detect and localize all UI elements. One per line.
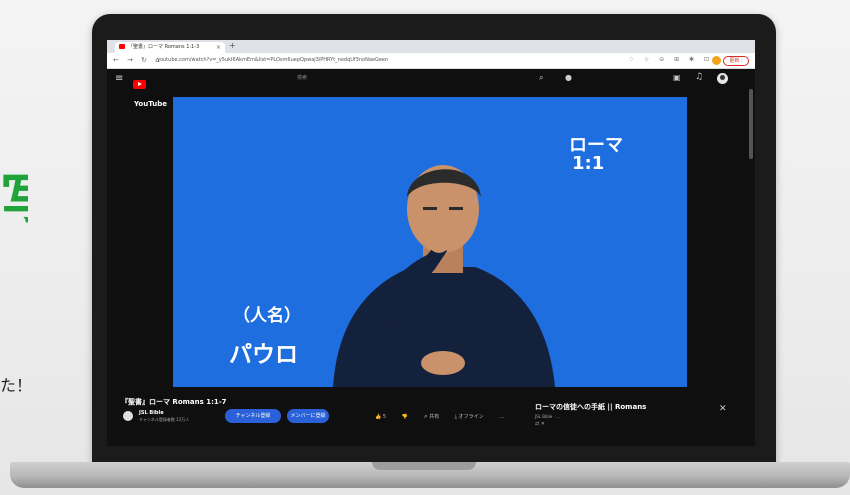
video-actions: 👍 5 👎 ⇗ 共有 ⤓ オフライン … [375, 413, 518, 420]
close-icon[interactable]: ✕ [719, 404, 727, 414]
laptop-screen: 『聖書』ローマ Romans 1:1-3 × + ← → ↻ ⌂ youtube… [107, 40, 755, 446]
profile-icon[interactable] [712, 56, 721, 65]
channel-name[interactable]: JSL Bible [139, 410, 164, 416]
side-caption-fragment: た！ [0, 376, 33, 395]
sign-language-interpreter-figure [333, 165, 555, 387]
search-input[interactable]: 検索 [297, 74, 307, 81]
download-button[interactable]: ⤓ オフライン [455, 414, 484, 420]
user-avatar[interactable] [717, 73, 728, 84]
video-player[interactable]: ローマ 1:1 （人名） パウロ [173, 97, 687, 387]
related-meta-icons[interactable]: ⇄ ✕ [535, 421, 545, 427]
caption-word: パウロ [229, 342, 298, 368]
youtube-favicon-icon [119, 44, 125, 49]
join-button[interactable]: メンバーに登録 [287, 409, 329, 423]
search-icon[interactable]: ⌕ [539, 73, 543, 83]
update-button[interactable]: 更新 : [723, 56, 749, 66]
address-bar: ← → ↻ ⌂ youtube.com/watch?v=_y5ukI6AkmEm… [107, 53, 755, 69]
related-video-title[interactable]: ローマの信徒への手紙 || Romans [535, 402, 646, 412]
notifications-bell-icon[interactable]: ♫ [695, 72, 703, 82]
browser-tabbar: 『聖書』ローマ Romans 1:1-3 × + [107, 40, 755, 53]
caption-category: （人名） [233, 306, 301, 326]
youtube-wordmark: YouTube [134, 99, 167, 108]
youtube-play-icon [133, 80, 146, 89]
url-field[interactable]: youtube.com/watch?v=_y5ukI6AkmEm&list=PL… [157, 56, 517, 65]
caption-verse: 1:1 [572, 153, 605, 174]
new-tab-icon[interactable]: + [229, 41, 236, 50]
create-video-icon[interactable]: ▣ [673, 73, 681, 82]
share-button[interactable]: ⇗ 共有 [423, 414, 439, 420]
dislike-button[interactable]: 👎 [402, 414, 408, 420]
side-heading-fragment: 写 [0, 170, 28, 230]
more-actions-button[interactable]: … [499, 414, 504, 420]
hamburger-menu-icon[interactable]: ≡ [115, 74, 123, 84]
channel-avatar[interactable] [123, 411, 133, 421]
like-button[interactable]: 👍 5 [375, 414, 386, 420]
laptop-notch [372, 462, 476, 470]
video-title: 『聖書』ローマ Romans 1:1-7 [121, 398, 227, 406]
extension-icons[interactable]: ♢ ☆ ⊖ ⊞ ✱ ⊡ [629, 56, 713, 63]
microphone-icon[interactable]: ● [565, 73, 572, 82]
tab-close-icon[interactable]: × [216, 42, 221, 53]
page-scrollbar[interactable] [749, 89, 753, 159]
tab-title: 『聖書』ローマ Romans 1:1-3 [128, 44, 200, 50]
youtube-logo[interactable]: YouTube [133, 74, 173, 108]
channel-subscriber-count: チャンネル登録者数 12万人 [139, 417, 190, 422]
browser-tab[interactable]: 『聖書』ローマ Romans 1:1-3 × [115, 42, 225, 53]
nav-buttons-icon[interactable]: ← → ↻ ⌂ [113, 56, 163, 64]
related-channel: JSL Bible · ... [535, 414, 560, 419]
subscribe-button[interactable]: チャンネル登録 [225, 409, 281, 423]
youtube-header: ≡ YouTube 検索 ⌕ ● ▣ ♫ [107, 69, 755, 108]
